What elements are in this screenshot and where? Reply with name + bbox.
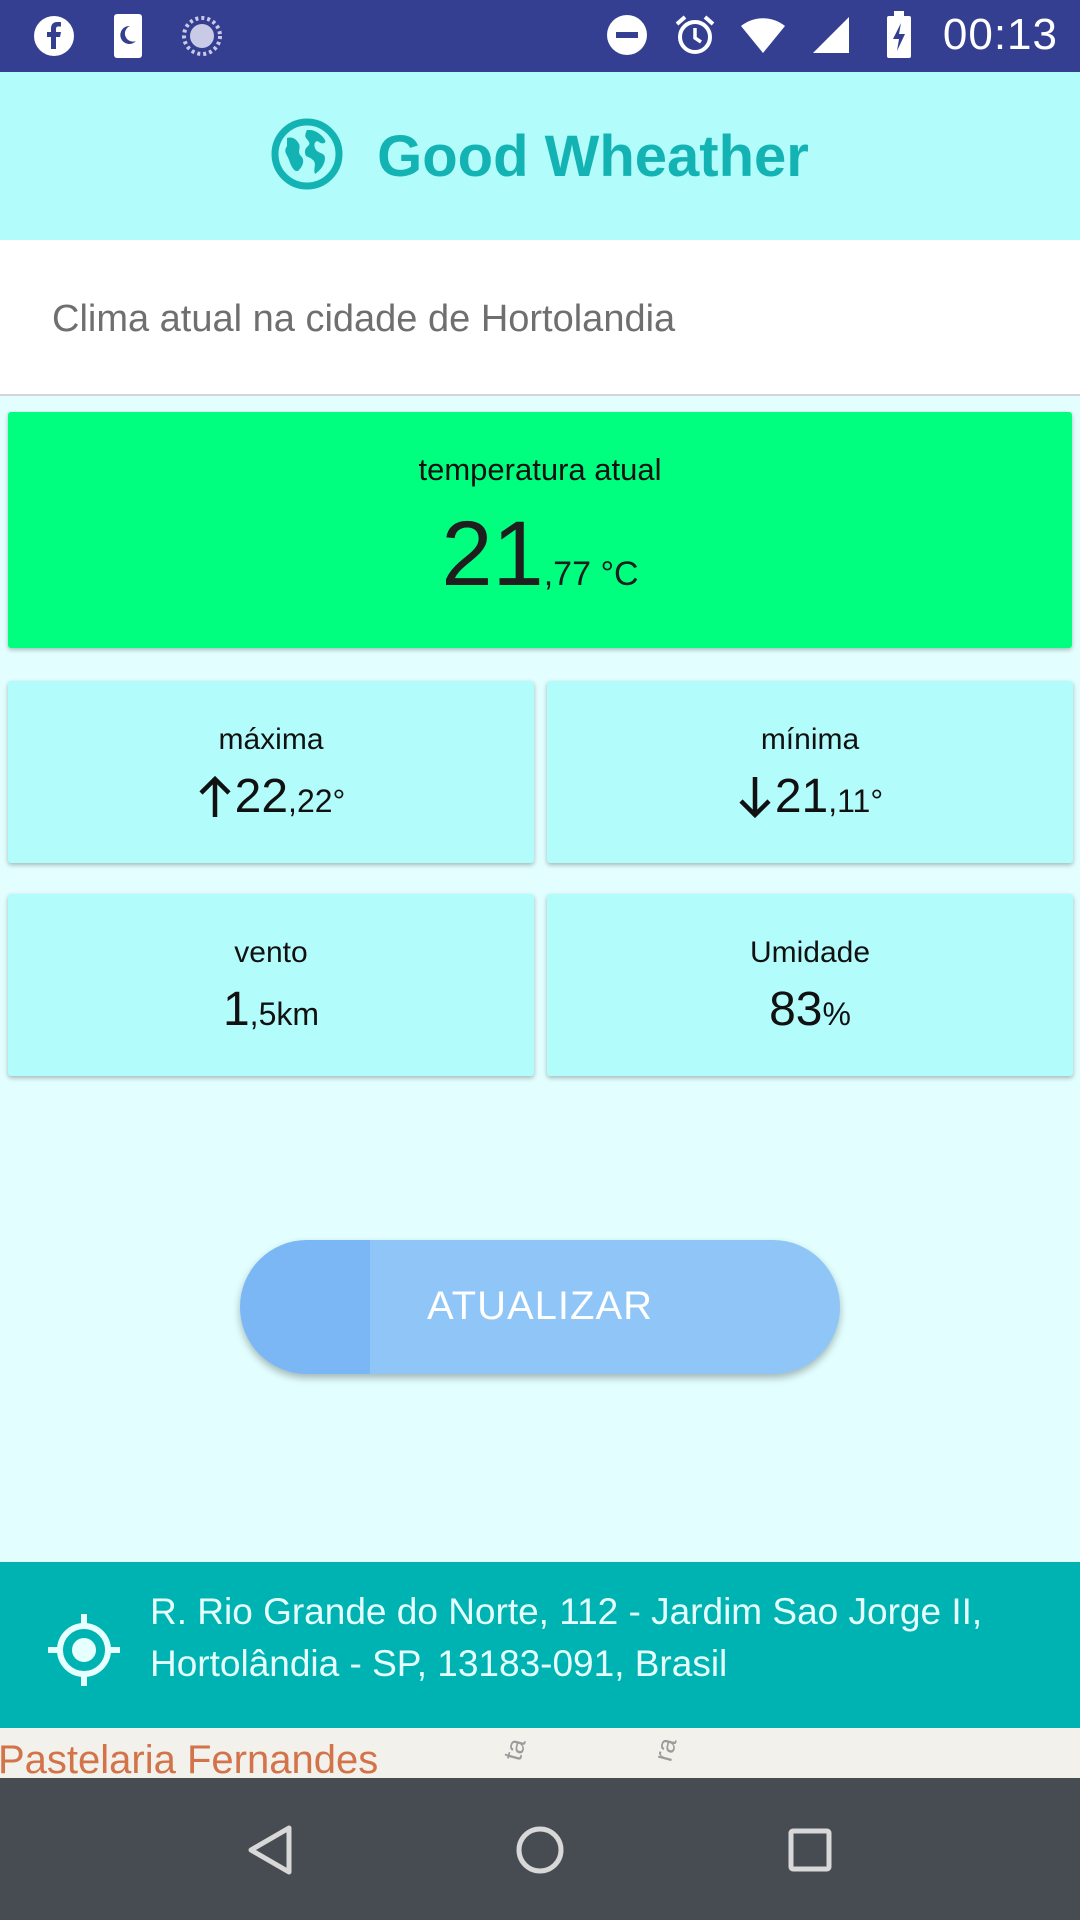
address-text: R. Rio Grande do Norte, 112 - Jardim Sao… bbox=[150, 1586, 1050, 1690]
map-road-label: ta bbox=[497, 1735, 532, 1764]
wind-label: vento bbox=[234, 936, 308, 969]
min-temperature-label: mínima bbox=[760, 723, 860, 756]
loading-icon bbox=[178, 12, 226, 60]
battery-charging-icon bbox=[875, 11, 923, 59]
alarm-icon bbox=[671, 11, 719, 59]
map-road-label: ra bbox=[647, 1734, 683, 1765]
do-not-disturb-icon bbox=[603, 11, 651, 59]
humidity-integer: 83 bbox=[769, 983, 823, 1036]
address-line-1: R. Rio Grande do Norte, 112 - Jardim Sao… bbox=[150, 1591, 983, 1632]
recents-button[interactable] bbox=[774, 1814, 846, 1886]
signal-icon bbox=[807, 11, 855, 59]
app-title: Good Wheather bbox=[377, 123, 809, 189]
wifi-icon bbox=[739, 11, 787, 59]
recents-icon bbox=[788, 1828, 832, 1872]
min-temperature-value: 21,11° bbox=[547, 769, 1073, 824]
city-card: Clima atual na cidade de Hortolandia bbox=[0, 240, 1080, 396]
refresh-button-label: ATUALIZAR bbox=[426, 1284, 654, 1328]
max-temperature-integer: 22 bbox=[234, 770, 289, 823]
map-view[interactable]: Pastelaria Fernandes ta ra bbox=[0, 1728, 1080, 1778]
wind-decimal: ,5km bbox=[249, 996, 320, 1032]
current-temperature-value: 21,77 °C bbox=[8, 502, 1072, 607]
refresh-button[interactable]: ATUALIZAR bbox=[240, 1240, 840, 1374]
status-time: 00:13 bbox=[942, 10, 1058, 59]
back-icon bbox=[248, 1825, 292, 1875]
current-temperature-card: temperatura atual 21,77 °C bbox=[8, 412, 1072, 648]
city-description: Clima atual na cidade de Hortolandia bbox=[52, 298, 676, 340]
current-temperature-integer: 21 bbox=[441, 503, 544, 605]
max-temperature-decimal: ,22° bbox=[288, 783, 346, 819]
min-temperature-decimal: ,11° bbox=[828, 783, 884, 819]
app-header: Good Wheather bbox=[0, 72, 1080, 240]
current-temperature-decimal: ,77 °C bbox=[543, 555, 639, 593]
arrow-down-icon bbox=[739, 776, 771, 818]
back-button[interactable] bbox=[234, 1814, 306, 1886]
status-bar: 00:13 bbox=[0, 0, 1080, 72]
map-poi-label: Pastelaria Fernandes bbox=[0, 1738, 379, 1778]
humidity-value: 83% bbox=[547, 982, 1073, 1037]
address-line-2: Hortolândia - SP, 13183-091, Brasil bbox=[150, 1643, 728, 1684]
humidity-unit: % bbox=[822, 996, 851, 1032]
current-temperature-label: temperatura atual bbox=[418, 452, 662, 487]
wind-value: 1,5km bbox=[8, 982, 534, 1037]
humidity-card: Umidade 83% bbox=[547, 894, 1073, 1076]
globe-icon bbox=[271, 118, 343, 195]
max-temperature-value: 22,22° bbox=[8, 769, 534, 824]
humidity-label: Umidade bbox=[749, 936, 871, 969]
wind-integer: 1 bbox=[222, 983, 250, 1036]
min-temperature-card: mínima 21,11° bbox=[547, 681, 1073, 863]
navigation-bar bbox=[0, 1778, 1080, 1920]
max-temperature-card: máxima 22,22° bbox=[8, 681, 534, 863]
facebook-icon bbox=[30, 12, 78, 60]
max-temperature-label: máxima bbox=[218, 723, 324, 756]
home-icon bbox=[516, 1826, 564, 1874]
address-bar: R. Rio Grande do Norte, 112 - Jardim Sao… bbox=[0, 1562, 1080, 1728]
sleep-icon bbox=[104, 12, 152, 60]
home-button[interactable] bbox=[504, 1814, 576, 1886]
wind-card: vento 1,5km bbox=[8, 894, 534, 1076]
arrow-up-icon bbox=[199, 775, 231, 817]
location-target-icon[interactable] bbox=[46, 1612, 122, 1688]
min-temperature-integer: 21 bbox=[774, 770, 829, 823]
